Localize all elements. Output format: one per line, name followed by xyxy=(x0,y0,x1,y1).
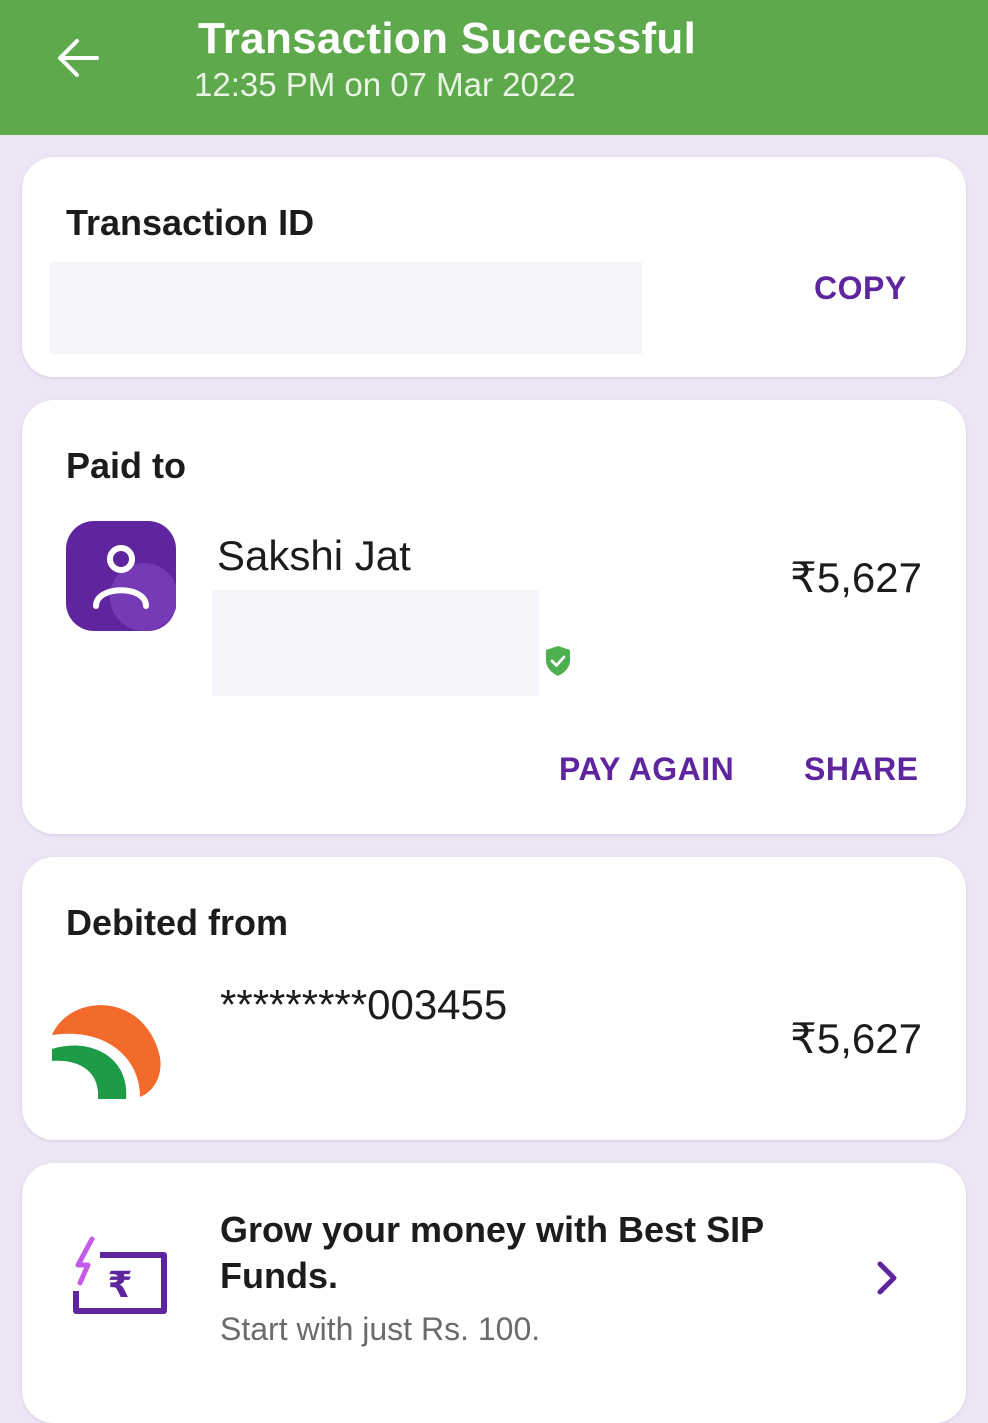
back-button[interactable] xyxy=(48,28,108,88)
promo-title: Grow your money with Best SIP Funds. xyxy=(220,1209,764,1296)
debited-from-label: Debited from xyxy=(66,902,289,943)
transaction-id-label: Transaction ID xyxy=(66,202,315,243)
transaction-timestamp: 12:35 PM on 07 Mar 2022 xyxy=(194,66,576,103)
page-title: Transaction Successful xyxy=(198,14,697,63)
paid-amount: ₹5,627 xyxy=(790,554,922,601)
paid-to-label: Paid to xyxy=(66,445,187,486)
share-button[interactable]: SHARE xyxy=(804,751,919,788)
promo-subtitle: Start with just Rs. 100. xyxy=(220,1311,541,1347)
payee-name: Sakshi Jat xyxy=(217,532,411,579)
transaction-id-value-redacted xyxy=(50,262,642,354)
pay-again-button[interactable]: PAY AGAIN xyxy=(559,751,734,788)
debited-from-card: Debited from *********003455 ₹5,627 xyxy=(22,857,966,1140)
sip-promo-card[interactable]: ₹ Grow your money with Best SIP Funds. S… xyxy=(22,1163,966,1423)
svg-text:₹: ₹ xyxy=(107,1265,132,1306)
app-header: Transaction Successful 12:35 PM on 07 Ma… xyxy=(0,0,988,135)
copy-button[interactable]: COPY xyxy=(814,270,907,307)
payee-upi-redacted xyxy=(212,590,539,696)
paid-to-card: Paid to Sakshi Jat ₹5,627 PAY AGAIN SHAR… xyxy=(22,400,966,834)
chevron-right-icon[interactable] xyxy=(872,1258,902,1298)
debited-amount: ₹5,627 xyxy=(790,1015,922,1062)
arrow-left-icon xyxy=(58,39,99,77)
bank-logo-icon xyxy=(50,997,166,1107)
rupee-lightning-icon: ₹ xyxy=(70,1235,170,1317)
person-icon xyxy=(66,521,178,631)
verified-shield-icon xyxy=(543,644,573,678)
transaction-id-card: Transaction ID COPY xyxy=(22,157,966,377)
account-number: *********003455 xyxy=(220,981,508,1028)
